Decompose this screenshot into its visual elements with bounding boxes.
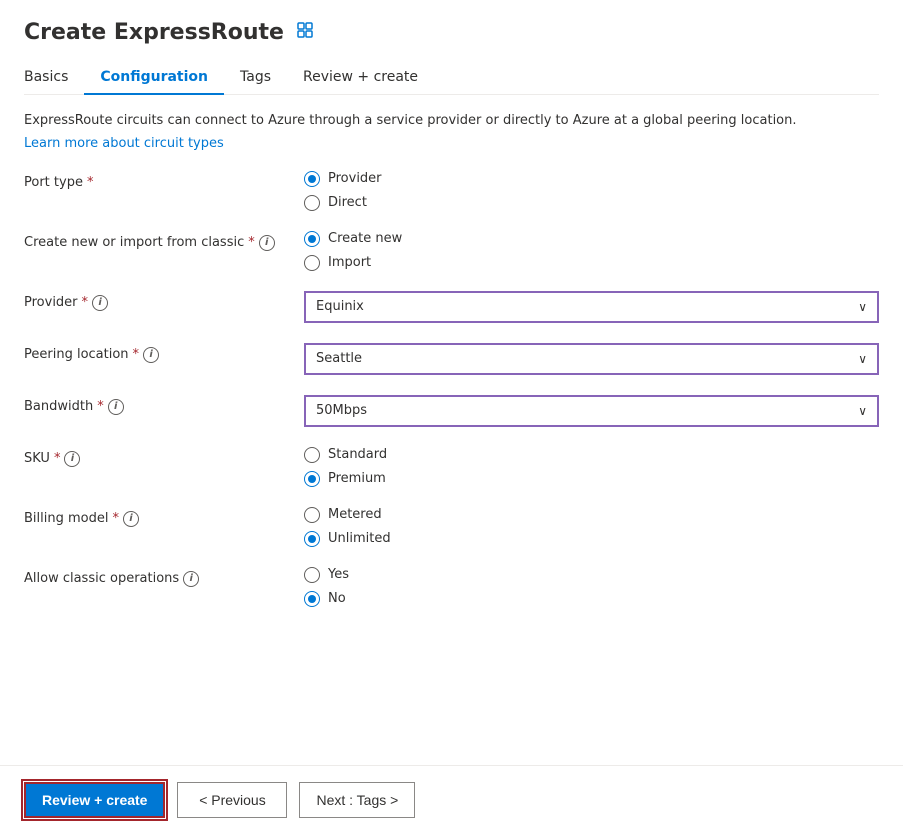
allow-classic-yes-radio[interactable] xyxy=(304,567,320,583)
peering-location-control: Seattle ∨ xyxy=(304,343,879,375)
port-type-required: * xyxy=(87,175,94,190)
sku-required: * xyxy=(54,451,61,466)
port-type-row: Port type * Provider Direct xyxy=(24,171,879,211)
configuration-form: Port type * Provider Direct xyxy=(24,171,879,607)
allow-classic-radio-group: Yes No xyxy=(304,567,879,607)
bandwidth-required: * xyxy=(97,399,104,414)
sku-standard-option[interactable]: Standard xyxy=(304,447,879,463)
bandwidth-dropdown-wrapper: 50Mbps ∨ xyxy=(304,395,879,427)
allow-classic-no-option[interactable]: No xyxy=(304,591,879,607)
peering-location-row: Peering location * i Seattle ∨ xyxy=(24,343,879,375)
bandwidth-row: Bandwidth * i 50Mbps ∨ xyxy=(24,395,879,427)
provider-label: Provider * i xyxy=(24,291,304,311)
port-type-provider-option[interactable]: Provider xyxy=(304,171,879,187)
billing-unlimited-option[interactable]: Unlimited xyxy=(304,531,879,547)
sku-row: SKU * i Standard Premium xyxy=(24,447,879,487)
create-import-label: Create new or import from classic * i xyxy=(24,231,304,251)
create-import-row: Create new or import from classic * i Cr… xyxy=(24,231,879,271)
port-type-control: Provider Direct xyxy=(304,171,879,211)
page-title: Create ExpressRoute xyxy=(24,20,284,45)
sku-info-icon[interactable]: i xyxy=(64,451,80,467)
provider-row: Provider * i Equinix ∨ xyxy=(24,291,879,323)
tab-tags[interactable]: Tags xyxy=(224,61,287,95)
previous-button[interactable]: < Previous xyxy=(177,782,287,818)
sku-standard-radio[interactable] xyxy=(304,447,320,463)
billing-metered-radio[interactable] xyxy=(304,507,320,523)
billing-model-radio-group: Metered Unlimited xyxy=(304,507,879,547)
port-type-provider-radio[interactable] xyxy=(304,171,320,187)
port-type-radio-group: Provider Direct xyxy=(304,171,879,211)
tab-basics[interactable]: Basics xyxy=(24,61,84,95)
billing-model-required: * xyxy=(112,511,119,526)
provider-required: * xyxy=(82,295,89,310)
sku-premium-option[interactable]: Premium xyxy=(304,471,879,487)
billing-model-control: Metered Unlimited xyxy=(304,507,879,547)
create-import-radio-group: Create new Import xyxy=(304,231,879,271)
provider-chevron-icon: ∨ xyxy=(858,300,867,314)
peering-location-dropdown-wrapper: Seattle ∨ xyxy=(304,343,879,375)
create-import-info-icon[interactable]: i xyxy=(259,235,275,251)
provider-control: Equinix ∨ xyxy=(304,291,879,323)
export-icon[interactable] xyxy=(296,21,314,44)
allow-classic-yes-option[interactable]: Yes xyxy=(304,567,879,583)
create-new-option[interactable]: Create new xyxy=(304,231,879,247)
peering-location-dropdown[interactable]: Seattle ∨ xyxy=(304,343,879,375)
port-type-direct-radio[interactable] xyxy=(304,195,320,211)
review-create-button[interactable]: Review + create xyxy=(24,782,165,818)
peering-location-chevron-icon: ∨ xyxy=(858,352,867,366)
learn-more-link[interactable]: Learn more about circuit types xyxy=(24,136,224,151)
provider-info-icon[interactable]: i xyxy=(92,295,108,311)
bandwidth-control: 50Mbps ∨ xyxy=(304,395,879,427)
allow-classic-control: Yes No xyxy=(304,567,879,607)
billing-unlimited-radio[interactable] xyxy=(304,531,320,547)
provider-dropdown[interactable]: Equinix ∨ xyxy=(304,291,879,323)
footer: Review + create < Previous Next : Tags > xyxy=(0,765,903,834)
sku-control: Standard Premium xyxy=(304,447,879,487)
billing-model-info-icon[interactable]: i xyxy=(123,511,139,527)
create-new-radio[interactable] xyxy=(304,231,320,247)
bandwidth-label: Bandwidth * i xyxy=(24,395,304,415)
provider-dropdown-wrapper: Equinix ∨ xyxy=(304,291,879,323)
billing-metered-option[interactable]: Metered xyxy=(304,507,879,523)
import-option[interactable]: Import xyxy=(304,255,879,271)
peering-location-info-icon[interactable]: i xyxy=(143,347,159,363)
allow-classic-label: Allow classic operations i xyxy=(24,567,304,587)
tab-configuration[interactable]: Configuration xyxy=(84,61,224,95)
sku-premium-radio[interactable] xyxy=(304,471,320,487)
tab-bar: Basics Configuration Tags Review + creat… xyxy=(24,61,879,95)
port-type-label: Port type * xyxy=(24,171,304,190)
bandwidth-dropdown[interactable]: 50Mbps ∨ xyxy=(304,395,879,427)
info-description: ExpressRoute circuits can connect to Azu… xyxy=(24,111,879,131)
sku-label: SKU * i xyxy=(24,447,304,467)
bandwidth-chevron-icon: ∨ xyxy=(858,404,867,418)
peering-location-label: Peering location * i xyxy=(24,343,304,363)
allow-classic-info-icon[interactable]: i xyxy=(183,571,199,587)
sku-radio-group: Standard Premium xyxy=(304,447,879,487)
create-import-required: * xyxy=(248,235,255,250)
import-radio[interactable] xyxy=(304,255,320,271)
allow-classic-row: Allow classic operations i Yes No xyxy=(24,567,879,607)
port-type-direct-option[interactable]: Direct xyxy=(304,195,879,211)
billing-model-row: Billing model * i Metered Unlimited xyxy=(24,507,879,547)
peering-location-required: * xyxy=(133,347,140,362)
bandwidth-info-icon[interactable]: i xyxy=(108,399,124,415)
tab-review-create[interactable]: Review + create xyxy=(287,61,434,95)
billing-model-label: Billing model * i xyxy=(24,507,304,527)
next-button[interactable]: Next : Tags > xyxy=(299,782,415,818)
create-import-control: Create new Import xyxy=(304,231,879,271)
allow-classic-no-radio[interactable] xyxy=(304,591,320,607)
